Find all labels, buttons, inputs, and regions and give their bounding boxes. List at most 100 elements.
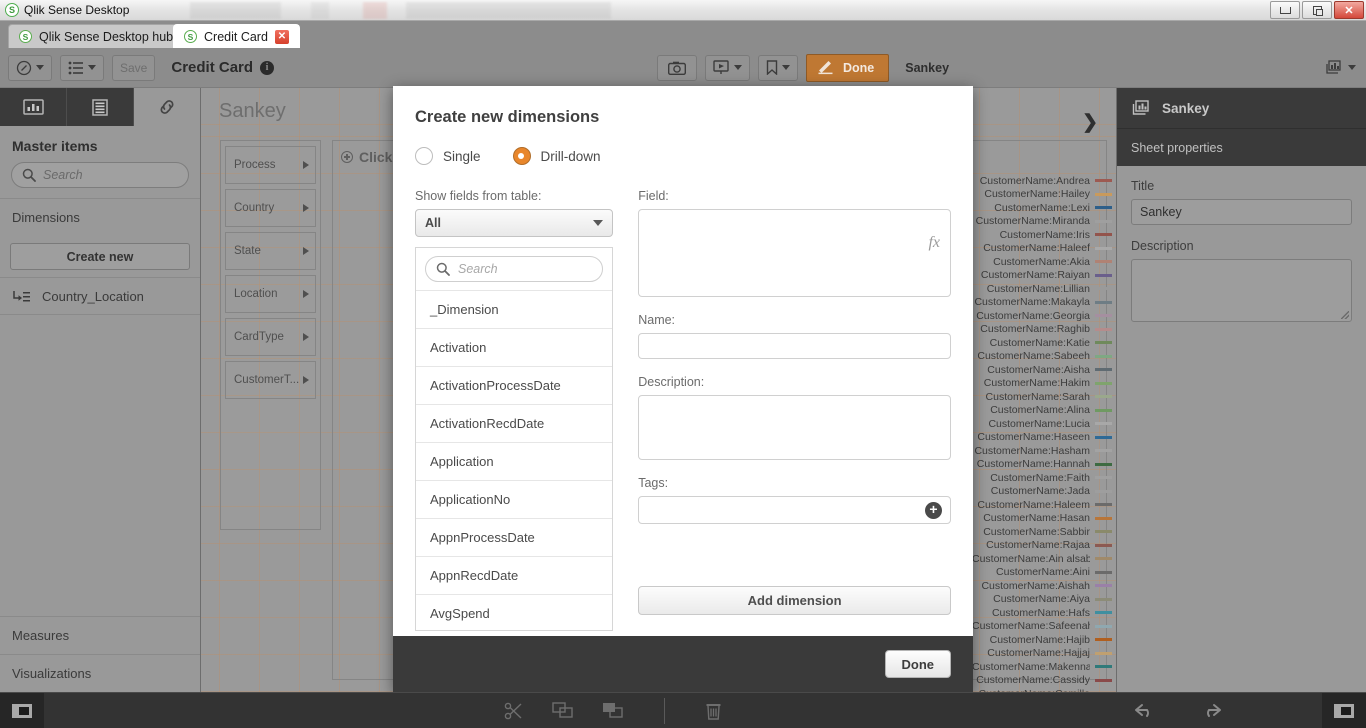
undo-arrow-icon[interactable] (1134, 702, 1156, 719)
dimensions-section-header[interactable]: Dimensions (0, 198, 200, 236)
customer-legend-item[interactable]: CustomerName:Hailey (972, 188, 1112, 202)
save-button[interactable]: Save (112, 54, 156, 81)
windows-start-button[interactable] (0, 692, 44, 728)
field-search-input[interactable]: Search (425, 256, 604, 282)
field-list-item[interactable]: ApplicationNo (416, 480, 613, 518)
filter-state[interactable]: State (225, 232, 316, 270)
field-list-item[interactable]: AppnProcessDate (416, 518, 613, 556)
create-new-button[interactable]: Create new (10, 243, 190, 270)
radio-drill-down[interactable]: Drill-down (512, 147, 601, 165)
dimension-description-textarea[interactable] (638, 395, 951, 460)
field-list-item[interactable]: AvgSpend (416, 594, 613, 630)
customer-legend-item[interactable]: CustomerName:Hajjaj (972, 647, 1112, 661)
table-select[interactable]: All (415, 209, 614, 237)
customer-legend-item[interactable]: CustomerName:Aini (972, 566, 1112, 580)
customer-legend-item[interactable]: CustomerName:Makayla (972, 296, 1112, 310)
dimension-tags-input[interactable]: + (638, 496, 951, 524)
customer-legend-item[interactable]: CustomerName:Lillian (972, 282, 1112, 296)
customer-legend-item[interactable]: CustomerName:Hasan (972, 512, 1112, 526)
customer-legend-item[interactable]: CustomerName:Iris (972, 228, 1112, 242)
dimension-name-input[interactable] (638, 333, 951, 359)
customer-legend-item[interactable]: CustomerName:Miranda (972, 215, 1112, 229)
customer-legend-item[interactable]: CustomerName:Hafs (972, 606, 1112, 620)
visualizations-section-header[interactable]: Visualizations (0, 654, 200, 692)
bookmarks-button[interactable] (758, 54, 798, 81)
snapshot-button[interactable] (657, 54, 697, 81)
customer-legend-item[interactable]: CustomerName:Sabeeh (972, 350, 1112, 364)
copy-icon[interactable] (552, 702, 574, 719)
chevron-right-icon[interactable]: ❯ (1082, 111, 1098, 134)
customer-legend-item[interactable]: CustomerName:Faith (972, 471, 1112, 485)
add-tag-icon[interactable]: + (925, 502, 942, 519)
customer-legend-item[interactable]: CustomerName:Cassidy (972, 674, 1112, 688)
master-dimension-country-location[interactable]: Country_Location (0, 277, 200, 315)
customer-legend-item[interactable]: CustomerName:Ain alsaba (972, 552, 1112, 566)
customer-legend-item[interactable]: CustomerName:Hajib (972, 633, 1112, 647)
customer-legend-item[interactable]: CustomerName:Haseen (972, 431, 1112, 445)
sidebar-item-fields[interactable] (67, 88, 134, 126)
customer-legend-item[interactable]: CustomerName:Hannah (972, 458, 1112, 472)
customer-legend-item[interactable]: CustomerName:Haleem (972, 498, 1112, 512)
sheet-title-input[interactable]: Sankey (1131, 199, 1352, 225)
customer-legend-item[interactable]: CustomerName:Makenna (972, 660, 1112, 674)
system-tray-button[interactable] (1322, 692, 1366, 728)
field-list-item[interactable]: AppnRecdDate (416, 556, 613, 594)
expression-editor-icon[interactable]: fx (928, 234, 940, 252)
customer-legend-item[interactable]: CustomerName:Aiya (972, 593, 1112, 607)
customer-legend-item[interactable]: CustomerName:Hasham (972, 444, 1112, 458)
filter-location[interactable]: Location (225, 275, 316, 313)
close-icon[interactable]: ✕ (274, 29, 289, 44)
customer-legend-item[interactable]: CustomerName:Andrea (972, 174, 1112, 188)
customer-legend-item[interactable]: CustomerName:Raghib (972, 323, 1112, 337)
customer-legend-item[interactable]: CustomerName:Safeenah (972, 620, 1112, 634)
field-list-item[interactable]: _Dimension (416, 290, 613, 328)
customer-legend-item[interactable]: CustomerName:Jada (972, 485, 1112, 499)
navigation-menu-button[interactable] (8, 54, 52, 81)
add-dimension-button[interactable]: Add dimension (638, 586, 951, 615)
field-list-item[interactable]: Application (416, 442, 613, 480)
tab-credit-card[interactable]: S Credit Card ✕ (173, 24, 300, 48)
maximize-button[interactable] (1302, 1, 1332, 19)
done-editing-button[interactable]: Done (806, 53, 890, 82)
master-items-search-input[interactable]: Search (11, 162, 189, 188)
customer-legend-item[interactable]: CustomerName:Katie (972, 336, 1112, 350)
radio-single[interactable]: Single (415, 147, 481, 165)
sidebar-item-master-items[interactable] (134, 88, 200, 126)
customer-legend-item[interactable]: CustomerName:Lucia (972, 417, 1112, 431)
filter-cardtype[interactable]: CardType (225, 318, 316, 356)
tab-qlik-sense-desktop-hub[interactable]: S Qlik Sense Desktop hub (8, 24, 185, 48)
customer-legend-item[interactable]: CustomerName:Lexi (972, 201, 1112, 215)
filter-process[interactable]: Process (225, 146, 316, 184)
field-list-item[interactable]: ActivationProcessDate (416, 366, 613, 404)
customer-legend-item[interactable]: CustomerName:Georgia (972, 309, 1112, 323)
sheet-description-textarea[interactable] (1131, 259, 1352, 322)
field-list-item[interactable]: Activation (416, 328, 613, 366)
storytelling-button[interactable] (705, 54, 750, 81)
trash-icon[interactable] (705, 701, 722, 720)
sidebar-item-charts[interactable] (0, 88, 67, 126)
customer-legend-item[interactable]: CustomerName:Akia (972, 255, 1112, 269)
filter-country[interactable]: Country (225, 189, 316, 227)
redo-arrow-icon[interactable] (1200, 702, 1222, 719)
dialog-done-button[interactable]: Done (884, 650, 951, 678)
sheet-grid-icon[interactable] (1324, 59, 1344, 76)
customer-legend-item[interactable]: CustomerName:Sarah (972, 390, 1112, 404)
chevron-down-icon[interactable] (1347, 65, 1356, 70)
customer-legend-item[interactable]: CustomerName:Rajaa (972, 539, 1112, 553)
customer-legend-item[interactable]: CustomerName:Aishah (972, 579, 1112, 593)
customer-legend-item[interactable]: CustomerName:Hakim (972, 377, 1112, 391)
field-expression-input[interactable]: fx (638, 209, 951, 297)
scissors-icon[interactable] (504, 701, 524, 721)
paste-icon[interactable] (602, 702, 624, 719)
customer-legend-item[interactable]: CustomerName:Raiyan (972, 269, 1112, 283)
field-list-item[interactable]: ActivationRecdDate (416, 404, 613, 442)
customer-legend-item[interactable]: CustomerName:Sabbir (972, 525, 1112, 539)
customer-legend-item[interactable]: CustomerName:Haleef (972, 242, 1112, 256)
sheets-menu-button[interactable] (60, 54, 104, 81)
minimize-button[interactable] (1270, 1, 1300, 19)
measures-section-header[interactable]: Measures (0, 616, 200, 654)
customer-legend-item[interactable]: CustomerName:Aisha (972, 363, 1112, 377)
close-button[interactable]: ✕ (1334, 1, 1364, 19)
customer-legend-item[interactable]: CustomerName:Alina (972, 404, 1112, 418)
info-icon[interactable]: i (260, 60, 275, 75)
